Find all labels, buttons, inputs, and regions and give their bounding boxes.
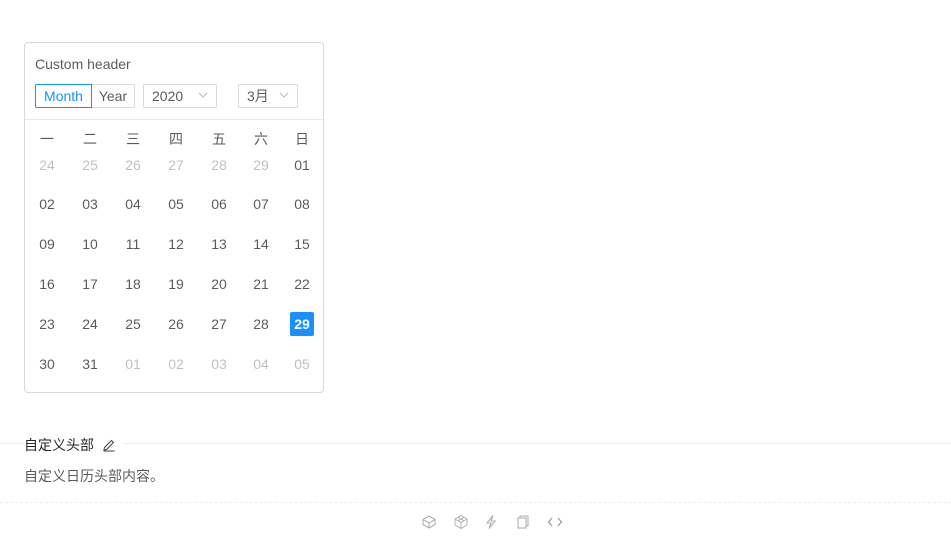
year-select-value: 2020 bbox=[152, 88, 184, 104]
date-cell[interactable]: 14 bbox=[249, 232, 273, 256]
weekday-label: 三 bbox=[126, 131, 140, 147]
date-cell[interactable]: 12 bbox=[164, 232, 188, 256]
thunderbolt-icon[interactable] bbox=[483, 514, 499, 530]
date-cell[interactable]: 02 bbox=[164, 352, 188, 376]
date-cell[interactable]: 02 bbox=[35, 192, 59, 216]
date-cell[interactable]: 26 bbox=[121, 153, 145, 177]
date-cell[interactable]: 18 bbox=[121, 272, 145, 296]
demo-title: 自定义头部 bbox=[24, 436, 124, 454]
selected-date-cell[interactable]: 29 bbox=[290, 312, 314, 336]
codepen-icon[interactable] bbox=[421, 514, 437, 530]
codesandbox-icon[interactable] bbox=[453, 514, 469, 530]
date-cell[interactable]: 21 bbox=[249, 272, 273, 296]
date-cell[interactable]: 24 bbox=[78, 312, 102, 336]
code-expand-icon[interactable] bbox=[547, 514, 563, 530]
demo-title-text: 自定义头部 bbox=[24, 437, 94, 453]
date-cell[interactable]: 19 bbox=[164, 272, 188, 296]
calendar-title: Custom header bbox=[35, 56, 131, 72]
date-cell[interactable]: 22 bbox=[290, 272, 314, 296]
date-cell[interactable]: 13 bbox=[207, 232, 231, 256]
date-cell[interactable]: 17 bbox=[78, 272, 102, 296]
weekday-row: 一二三四五六日 bbox=[25, 129, 323, 149]
date-cell[interactable]: 11 bbox=[121, 232, 145, 256]
date-cell[interactable]: 05 bbox=[290, 352, 314, 376]
weekday-label: 五 bbox=[212, 131, 226, 147]
month-select-value: 3月 bbox=[247, 88, 269, 104]
calendar-controls: Month Year 2020 3月 bbox=[35, 84, 313, 108]
actions-divider bbox=[0, 502, 951, 503]
date-cell[interactable]: 03 bbox=[207, 352, 231, 376]
date-cell[interactable]: 03 bbox=[78, 192, 102, 216]
year-select[interactable]: 2020 bbox=[143, 84, 217, 108]
date-cell[interactable]: 25 bbox=[78, 153, 102, 177]
code-actions bbox=[0, 514, 951, 532]
chevron-down-icon bbox=[198, 92, 208, 98]
date-cell[interactable]: 25 bbox=[121, 312, 145, 336]
date-cell[interactable]: 04 bbox=[121, 192, 145, 216]
date-cell[interactable]: 05 bbox=[164, 192, 188, 216]
date-cell[interactable]: 28 bbox=[249, 312, 273, 336]
date-cell[interactable]: 06 bbox=[207, 192, 231, 216]
calendar-header: Custom header Month Year 2020 3月 bbox=[25, 43, 323, 120]
meta-divider bbox=[0, 443, 951, 444]
weekday-label: 日 bbox=[295, 131, 309, 147]
date-cell[interactable]: 30 bbox=[35, 352, 59, 376]
demo-description: 自定义日历头部内容。 bbox=[24, 468, 164, 484]
date-cell[interactable]: 08 bbox=[290, 192, 314, 216]
month-select[interactable]: 3月 bbox=[238, 84, 298, 108]
date-cell[interactable]: 01 bbox=[290, 153, 314, 177]
date-cell[interactable]: 28 bbox=[207, 153, 231, 177]
date-cell[interactable]: 09 bbox=[35, 232, 59, 256]
date-cell[interactable]: 23 bbox=[35, 312, 59, 336]
date-cell[interactable]: 16 bbox=[35, 272, 59, 296]
date-cell[interactable]: 26 bbox=[164, 312, 188, 336]
date-cell[interactable]: 15 bbox=[290, 232, 314, 256]
date-cell[interactable]: 29 bbox=[249, 153, 273, 177]
date-cell[interactable]: 10 bbox=[78, 232, 102, 256]
weekday-label: 一 bbox=[40, 131, 54, 147]
date-cell[interactable]: 24 bbox=[35, 153, 59, 177]
date-cell[interactable]: 07 bbox=[249, 192, 273, 216]
date-cell[interactable]: 31 bbox=[78, 352, 102, 376]
weekday-label: 四 bbox=[169, 131, 183, 147]
weekday-label: 六 bbox=[254, 131, 268, 147]
date-cell[interactable]: 27 bbox=[164, 153, 188, 177]
month-mode-button[interactable]: Month bbox=[35, 84, 92, 108]
chevron-down-icon bbox=[279, 92, 289, 98]
edit-icon[interactable] bbox=[102, 438, 116, 452]
date-cell[interactable]: 04 bbox=[249, 352, 273, 376]
copy-icon[interactable] bbox=[515, 514, 531, 530]
weekday-label: 二 bbox=[83, 131, 97, 147]
date-cell[interactable]: 27 bbox=[207, 312, 231, 336]
mode-switch: Month Year bbox=[35, 84, 135, 108]
calendar-card: Custom header Month Year 2020 3月 一 二 三 四 五 六 日… bbox=[24, 42, 324, 393]
year-mode-button[interactable]: Year bbox=[92, 84, 135, 108]
date-cell[interactable]: 20 bbox=[207, 272, 231, 296]
date-cell[interactable]: 01 bbox=[121, 352, 145, 376]
